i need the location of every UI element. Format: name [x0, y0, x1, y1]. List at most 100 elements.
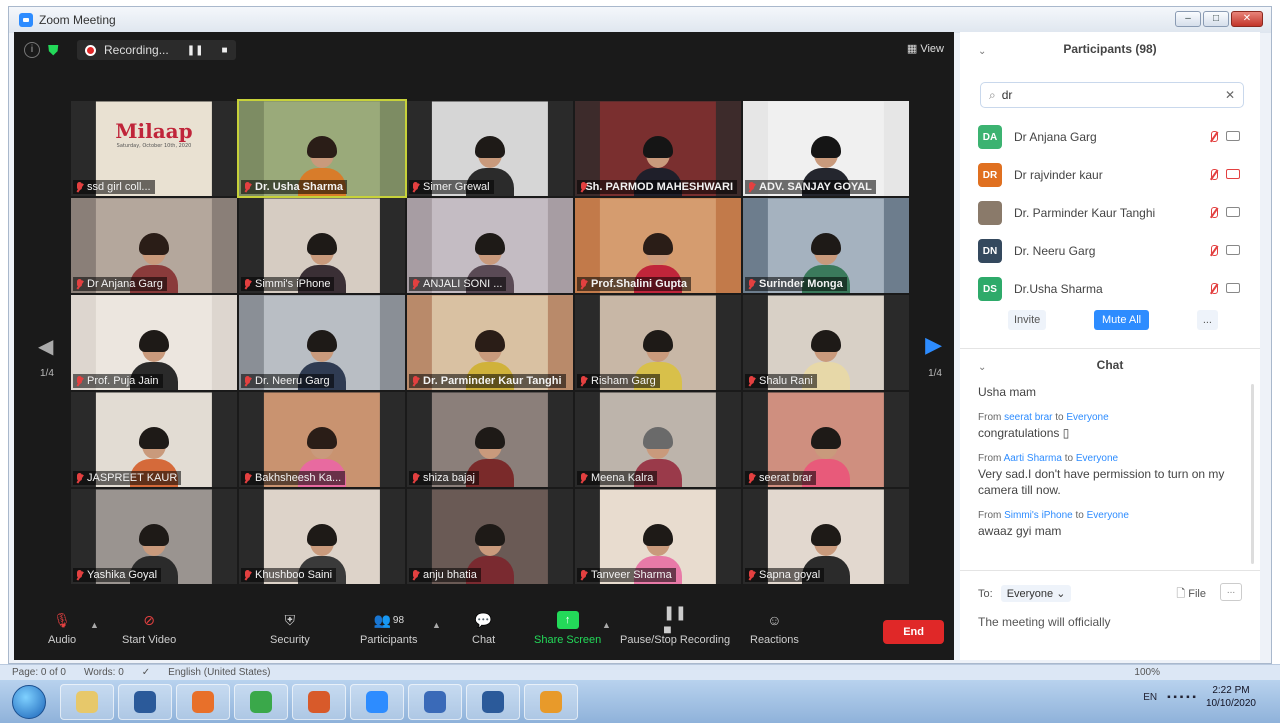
video-tile[interactable]: anju bhatia — [407, 489, 573, 584]
view-button[interactable]: ▦ View — [907, 42, 944, 55]
video-tile[interactable]: Yashika Goyal — [71, 489, 237, 584]
chat-more-button[interactable]: ... — [1220, 583, 1242, 601]
camera-off-icon[interactable] — [1226, 168, 1240, 179]
end-meeting-button[interactable]: End — [883, 620, 944, 644]
video-tile[interactable]: Simer Grewal — [407, 101, 573, 196]
share-screen-button[interactable]: ↑ Share Screen — [534, 610, 601, 646]
video-tile[interactable]: Simmi's iPhone — [239, 198, 405, 293]
word-zoom-level[interactable]: 100% — [1134, 667, 1160, 678]
invite-button[interactable]: Invite — [1008, 310, 1047, 330]
clear-search-icon[interactable]: ✕ — [1225, 88, 1235, 102]
video-tile[interactable]: Bakhsheesh Ka... — [239, 392, 405, 487]
camera-icon[interactable] — [1226, 206, 1240, 217]
chat-scrollbar[interactable] — [1251, 384, 1254, 564]
video-tile[interactable]: ANJALI SONI ... — [407, 198, 573, 293]
video-tile[interactable]: Prof. Puja Jain — [71, 295, 237, 390]
video-tile[interactable]: ADV. SANJAY GOYAL — [743, 101, 909, 196]
muted-mic-icon[interactable] — [1208, 130, 1218, 144]
word-language[interactable]: English (United States) — [168, 667, 270, 678]
video-tile[interactable]: Dr Anjana Garg — [71, 198, 237, 293]
video-tile[interactable]: Meena Kalra — [575, 392, 741, 487]
video-tile[interactable]: Tanveer Sharma — [575, 489, 741, 584]
video-tile[interactable]: Prof.Shalini Gupta — [575, 198, 741, 293]
video-tile[interactable]: Surinder Monga — [743, 198, 909, 293]
share-options-chevron-icon[interactable]: ▲ — [602, 620, 611, 630]
participants-more-button[interactable]: ... — [1196, 310, 1218, 330]
video-tile[interactable]: Dr. Usha Sharma — [237, 99, 407, 198]
participant-row[interactable]: DN Dr. Neeru Garg — [978, 232, 1248, 270]
participant-row[interactable]: Dr. Parminder Kaur Tanghi — [978, 194, 1248, 232]
pause-stop-recording-button[interactable]: ❚❚ ■ Pause/Stop Recording — [620, 604, 730, 647]
taskbar-app-button[interactable] — [60, 683, 114, 720]
previous-page-icon[interactable]: ◀ — [38, 334, 53, 359]
chat-sender[interactable]: seerat brar — [1004, 412, 1052, 423]
stop-recording-icon[interactable]: ■ — [221, 45, 227, 56]
video-tile[interactable]: Sh. PARMOD MAHESHWARI — [575, 101, 741, 196]
video-tile[interactable]: Shalu Rani — [743, 295, 909, 390]
clock-date: 10/10/2020 — [1205, 698, 1256, 709]
mute-all-button[interactable]: Mute All — [1093, 310, 1150, 330]
audio-button[interactable]: 🎙 Audio — [48, 610, 76, 647]
chat-composer: To: Everyone ⌄ 🗋 File ... The meeting wi… — [960, 570, 1260, 660]
tray-icons[interactable]: ▪ ▪ ▪ ▪ ▪ — [1167, 692, 1196, 703]
participant-name-label: Surinder Monga — [745, 277, 847, 291]
encryption-shield-icon[interactable]: ⛊ — [48, 42, 63, 58]
camera-icon[interactable] — [1226, 130, 1240, 141]
close-window-button[interactable]: ✕ — [1231, 11, 1263, 27]
muted-mic-icon — [75, 569, 84, 581]
video-tile[interactable]: Khushboo Saini — [239, 489, 405, 584]
minimize-button[interactable]: – — [1175, 11, 1201, 27]
video-tile[interactable]: shiza bajaj — [407, 392, 573, 487]
video-tile[interactable]: Sapna goyal — [743, 489, 909, 584]
search-icon: ⌕ — [989, 87, 996, 102]
taskbar-app-button[interactable] — [350, 683, 404, 720]
taskbar-app-button[interactable] — [524, 683, 578, 720]
camera-icon[interactable] — [1226, 244, 1240, 255]
video-tile[interactable]: Risham Garg — [575, 295, 741, 390]
taskbar-app-button[interactable] — [118, 683, 172, 720]
participant-search-input[interactable]: ⌕ dr ✕ — [980, 82, 1244, 108]
muted-mic-icon[interactable] — [1208, 244, 1218, 258]
proofing-icon[interactable]: ✓ — [142, 667, 150, 678]
system-clock[interactable]: 2:22 PM 10/10/2020 — [1206, 684, 1256, 710]
muted-mic-icon[interactable] — [1208, 206, 1218, 220]
start-video-button[interactable]: ⊘ Start Video — [122, 610, 176, 647]
input-language[interactable]: EN — [1143, 692, 1157, 703]
camera-icon[interactable] — [1226, 282, 1240, 293]
file-button[interactable]: 🗋 File — [1176, 585, 1206, 604]
video-tile[interactable]: JASPREET KAUR — [71, 392, 237, 487]
start-button-icon[interactable] — [12, 684, 46, 719]
video-tile[interactable]: Dr. Neeru Garg — [239, 295, 405, 390]
taskbar-app-button[interactable] — [408, 683, 462, 720]
taskbar-app-button[interactable] — [292, 683, 346, 720]
chat-sender[interactable]: Simmi's iPhone — [1004, 510, 1073, 521]
maximize-button[interactable]: □ — [1203, 11, 1229, 27]
participant-row[interactable]: DS Dr.Usha Sharma — [978, 270, 1248, 308]
participants-button[interactable]: 👥 98 Participants — [360, 610, 417, 647]
chat-button[interactable]: 💬 Chat — [472, 610, 495, 647]
audio-options-chevron-icon[interactable]: ▲ — [90, 620, 99, 630]
pause-recording-icon[interactable]: ❚❚ — [187, 45, 204, 56]
muted-mic-icon[interactable] — [1208, 168, 1218, 182]
video-tile[interactable]: Dr. Parminder Kaur Tanghi — [407, 295, 573, 390]
muted-mic-icon[interactable] — [1208, 282, 1218, 296]
chat-sender[interactable]: Aarti Sharma — [1004, 453, 1062, 464]
meeting-info-icon[interactable]: i — [24, 42, 40, 58]
participants-actions: Invite Mute All ... — [1008, 310, 1218, 330]
participant-row[interactable]: DR Dr rajvinder kaur — [978, 156, 1248, 194]
word-word-count: Words: 0 — [83, 667, 124, 678]
participant-name: Yashika Goyal — [87, 569, 158, 581]
recipient-dropdown[interactable]: Everyone ⌄ — [1000, 585, 1072, 602]
taskbar-app-button[interactable] — [466, 683, 520, 720]
taskbar-app-button[interactable] — [234, 683, 288, 720]
video-tile[interactable]: seerat brar — [743, 392, 909, 487]
taskbar-app-button[interactable] — [176, 683, 230, 720]
participants-options-chevron-icon[interactable]: ▲ — [432, 620, 441, 630]
next-page-icon[interactable]: ▶ — [925, 332, 942, 358]
reactions-button[interactable]: ☺ Reactions — [750, 610, 799, 646]
security-button[interactable]: ⛨ Security — [270, 610, 310, 647]
participant-name-label: Sh. PARMOD MAHESHWARI — [577, 180, 737, 194]
video-tile[interactable]: Milaap Saturday, October 10th, 2020 ssd gi… — [71, 101, 237, 196]
chat-input[interactable]: The meeting will officially — [978, 615, 1111, 629]
participant-row[interactable]: DA Dr Anjana Garg — [978, 118, 1248, 156]
